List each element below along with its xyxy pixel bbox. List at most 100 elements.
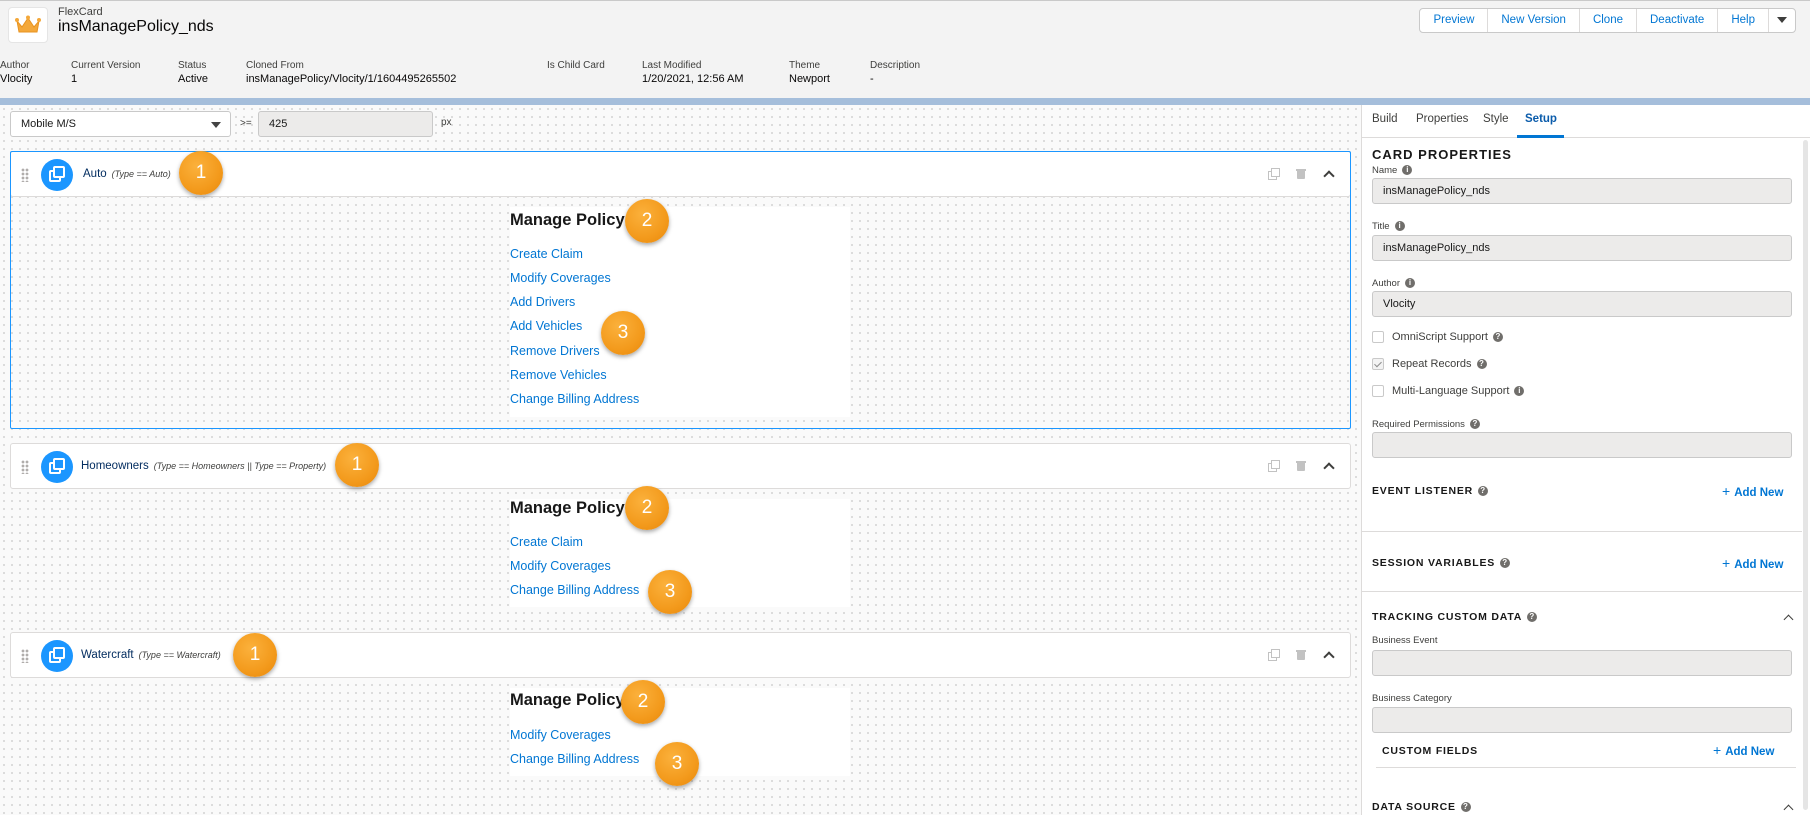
- help-button[interactable]: Help: [1718, 9, 1769, 32]
- copy-icon[interactable]: [1268, 168, 1280, 180]
- plus-icon: +: [1722, 483, 1731, 499]
- tab-style[interactable]: Style: [1483, 113, 1509, 125]
- trash-icon[interactable]: [1296, 649, 1307, 661]
- action-link[interactable]: Modify Coverages: [510, 559, 611, 573]
- action-link[interactable]: Remove Vehicles: [510, 368, 607, 382]
- custom-fields-title: CUSTOM FIELDS: [1382, 745, 1478, 757]
- business-category-label: Business Category: [1372, 693, 1452, 704]
- clone-button[interactable]: Clone: [1580, 9, 1637, 32]
- flexcard-crown-icon: [8, 7, 48, 43]
- meta-is-child-card: Is Child Card: [547, 60, 605, 71]
- action-link[interactable]: Change Billing Address: [510, 752, 639, 766]
- panel-scrollbar[interactable]: [1803, 140, 1808, 810]
- action-link[interactable]: Modify Coverages: [510, 271, 611, 285]
- name-field[interactable]: insManagePolicy_nds: [1372, 178, 1792, 204]
- meta-status: Status Active: [178, 60, 208, 85]
- meta-description: Description -: [870, 60, 921, 85]
- header-actions: Preview New Version Clone Deactivate Hel…: [1419, 8, 1796, 33]
- action-panel: Manage Policy Create Claim Modify Covera…: [510, 207, 850, 417]
- section-divider: [1376, 767, 1796, 768]
- repeat-records-label: Repeat Records?: [1392, 358, 1487, 370]
- chevron-up-icon[interactable]: [1322, 459, 1336, 473]
- multi-language-label: Multi-Language Support i: [1392, 385, 1525, 397]
- card-canvas: Mobile M/S >= 425 px Auto (Type == Auto) …: [0, 105, 1362, 815]
- chevron-up-icon[interactable]: [1322, 648, 1336, 662]
- state-icon: [41, 451, 73, 483]
- event-listener-title: EVENT LISTENER?: [1372, 485, 1489, 497]
- help-icon: ?: [1500, 558, 1511, 569]
- info-icon: i: [1514, 386, 1525, 397]
- help-icon: ?: [1460, 802, 1471, 813]
- preview-button[interactable]: Preview: [1420, 9, 1489, 32]
- record-details: Author Vlocity Current Version 1 Status Act…: [0, 50, 1810, 98]
- properties-panel: Build Properties Style Setup CARD PROPER…: [1362, 105, 1810, 815]
- panel-heading: Manage Policy: [510, 691, 625, 709]
- meta-author: Author Vlocity: [0, 60, 33, 85]
- callout-badge: 1: [179, 151, 223, 195]
- state-name: Homeowners (Type == Homeowners || Type ==…: [81, 460, 327, 472]
- state-name: Watercraft (Type == Watercraft): [81, 649, 221, 661]
- record-type-label: FlexCard: [58, 6, 103, 18]
- chevron-down-icon: [211, 122, 221, 128]
- width-unit: px: [441, 117, 452, 128]
- title-field[interactable]: insManagePolicy_nds: [1372, 235, 1792, 261]
- add-event-listener-button[interactable]: + Add New: [1722, 483, 1783, 499]
- add-custom-field-button[interactable]: + Add New: [1713, 742, 1774, 758]
- chevron-up-icon[interactable]: [1782, 612, 1794, 624]
- action-link[interactable]: Create Claim: [510, 247, 583, 261]
- page-title: insManagePolicy_nds: [58, 18, 214, 35]
- trash-icon[interactable]: [1296, 168, 1307, 180]
- action-link[interactable]: Create Claim: [510, 535, 583, 549]
- name-label: Name i: [1372, 165, 1413, 176]
- tab-properties[interactable]: Properties: [1416, 113, 1468, 125]
- help-icon: ?: [1476, 359, 1487, 370]
- chevron-up-icon[interactable]: [1322, 167, 1336, 181]
- callout-badge: 3: [648, 570, 692, 614]
- section-divider: [1362, 591, 1802, 592]
- multi-language-checkbox[interactable]: [1372, 385, 1384, 397]
- callout-badge: 2: [621, 680, 665, 724]
- action-link[interactable]: Remove Drivers: [510, 344, 600, 358]
- tab-setup[interactable]: Setup: [1525, 113, 1557, 125]
- omniscript-support-checkbox[interactable]: [1372, 331, 1384, 343]
- copy-icon[interactable]: [1268, 460, 1280, 472]
- session-variables-title: SESSION VARIABLES?: [1372, 557, 1511, 569]
- tab-build[interactable]: Build: [1372, 113, 1398, 125]
- business-event-field[interactable]: [1372, 650, 1792, 676]
- copy-icon[interactable]: [1268, 649, 1280, 661]
- deactivate-button[interactable]: Deactivate: [1637, 9, 1719, 32]
- state-icon: [41, 159, 73, 191]
- drag-handle-icon[interactable]: [21, 460, 29, 474]
- header-divider-band: [0, 98, 1810, 105]
- action-link[interactable]: Modify Coverages: [510, 728, 611, 742]
- trash-icon[interactable]: [1296, 460, 1307, 472]
- action-link[interactable]: Change Billing Address: [510, 583, 639, 597]
- callout-badge: 1: [335, 443, 379, 487]
- callout-badge: 2: [625, 486, 669, 530]
- action-link[interactable]: Add Drivers: [510, 295, 575, 309]
- add-session-variable-button[interactable]: + Add New: [1722, 555, 1783, 571]
- state-auto[interactable]: Auto (Type == Auto) Manage Policy Create …: [10, 151, 1351, 429]
- action-link[interactable]: Add Vehicles: [510, 319, 582, 333]
- drag-handle-icon[interactable]: [21, 649, 29, 663]
- business-category-field[interactable]: [1372, 707, 1792, 733]
- author-field[interactable]: Vlocity: [1372, 291, 1792, 317]
- width-input[interactable]: 425: [258, 111, 433, 137]
- meta-cloned-from: Cloned From insManagePolicy/Vlocity/1/160…: [246, 60, 457, 85]
- device-select[interactable]: Mobile M/S: [10, 111, 231, 137]
- callout-badge: 2: [625, 199, 669, 243]
- action-link[interactable]: Change Billing Address: [510, 392, 639, 406]
- meta-theme: Theme Newport: [789, 60, 830, 85]
- chevron-up-icon[interactable]: [1782, 802, 1794, 814]
- plus-icon: +: [1722, 555, 1731, 571]
- repeat-records-checkbox[interactable]: [1372, 358, 1384, 370]
- required-permissions-field[interactable]: [1372, 432, 1792, 458]
- drag-handle-icon[interactable]: [21, 168, 29, 182]
- new-version-button[interactable]: New Version: [1488, 9, 1580, 32]
- chevron-down-icon: [1777, 17, 1787, 23]
- more-actions-button[interactable]: [1769, 9, 1795, 32]
- info-icon: i: [1402, 165, 1413, 176]
- meta-last-modified: Last Modified 1/20/2021, 12:56 AM: [642, 60, 744, 85]
- panel-tabs: Build Properties Style Setup: [1362, 105, 1810, 138]
- plus-icon: +: [1713, 742, 1722, 758]
